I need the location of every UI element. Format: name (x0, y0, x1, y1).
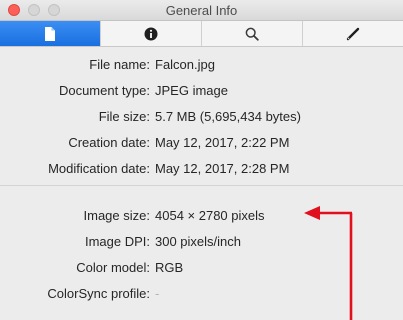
image-size-label: Image size: (83, 208, 150, 223)
tab-general-info[interactable] (0, 21, 101, 46)
document-type-value: JPEG image (155, 83, 228, 98)
modification-date-label: Modification date: (48, 161, 150, 176)
creation-date-row: Creation date: May 12, 2017, 2:22 PM (0, 131, 403, 155)
modification-date-value: May 12, 2017, 2:28 PM (155, 161, 290, 176)
creation-date-value: May 12, 2017, 2:22 PM (155, 135, 290, 150)
document-icon (45, 26, 55, 41)
color-model-label: Color model: (76, 260, 150, 275)
image-dpi-label: Image DPI: (84, 234, 150, 249)
magnifier-icon (245, 27, 259, 41)
file-size-label: File size: (98, 109, 150, 124)
inspector-toolbar (0, 21, 403, 47)
document-type-label: Document type: (58, 83, 150, 98)
creation-date-label: Creation date: (68, 135, 150, 150)
info-icon (144, 27, 158, 40)
image-size-row: Image size: 4054 × 2780 pixels (0, 204, 403, 228)
modification-date-row: Modification date: May 12, 2017, 2:28 PM (0, 157, 403, 181)
file-size-value: 5.7 MB (5,695,434 bytes) (155, 109, 301, 124)
file-size-row: File size: 5.7 MB (5,695,434 bytes) (0, 105, 403, 129)
colorsync-profile-value: - (155, 286, 160, 301)
image-dpi-row: Image DPI: 300 pixels/inch (0, 230, 403, 254)
image-dpi-value: 300 pixels/inch (155, 234, 241, 249)
general-info-window: General Info File name: Falcon.jpg Docum… (0, 0, 403, 320)
pencil-icon (346, 27, 360, 40)
colorsync-profile-row: ColorSync profile: - (0, 282, 403, 306)
file-name-row: File name: Falcon.jpg (0, 53, 403, 77)
tab-more-info[interactable] (101, 21, 202, 46)
color-model-row: Color model: RGB (0, 256, 403, 280)
file-name-value: Falcon.jpg (155, 57, 215, 72)
title-bar[interactable]: General Info (0, 0, 403, 21)
info-content: File name: Falcon.jpg Document type: JPE… (0, 47, 403, 320)
window-title: General Info (165, 3, 238, 18)
image-size-value: 4054 × 2780 pixels (155, 208, 265, 223)
colorsync-profile-label: ColorSync profile: (47, 286, 150, 301)
tab-search[interactable] (202, 21, 303, 46)
color-model-value: RGB (155, 260, 184, 275)
tab-annotate[interactable] (303, 21, 403, 46)
section-divider (0, 185, 403, 186)
file-name-label: File name: (89, 57, 150, 72)
document-type-row: Document type: JPEG image (0, 79, 403, 103)
